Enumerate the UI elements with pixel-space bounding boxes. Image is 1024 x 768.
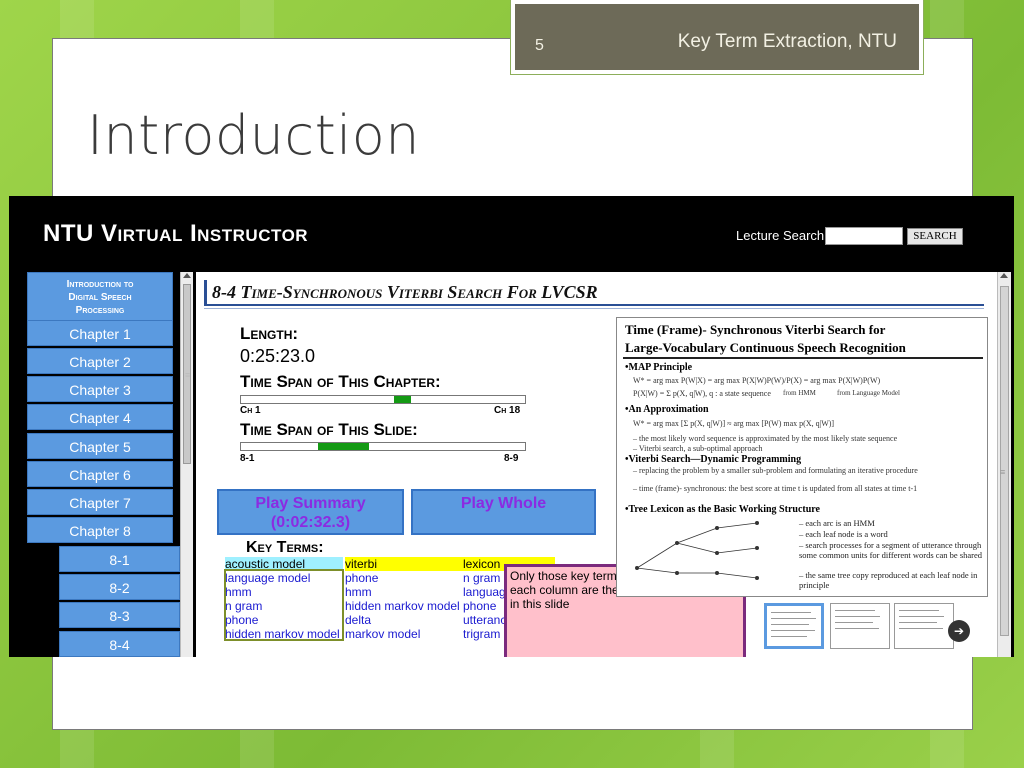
content-scroll-thumb[interactable]: [1000, 286, 1009, 636]
approx-bullet-2: – Viterbi search, a sub-optimal approach: [633, 444, 763, 453]
tree-bullet-4: – the same tree copy reproduced at each …: [799, 570, 978, 590]
tree-bullet-3: – search processes for a segment of utte…: [799, 540, 983, 560]
key-terms-column-2: viterbi phone hmm hidden markov model de…: [345, 557, 463, 641]
chapter-span-start: Ch 1: [240, 405, 261, 416]
chapter-span-label: Time Span of This Chapter:: [240, 372, 441, 391]
section-title-underline: [204, 308, 984, 309]
play-whole-button[interactable]: Play Whole: [411, 489, 596, 535]
virtual-instructor-screenshot: NTU Virtual Instructor Lecture Search: S…: [9, 196, 1014, 657]
viterbi-dp: •Viterbi Search—Dynamic Programming: [625, 454, 802, 465]
key-term[interactable]: phone: [345, 571, 463, 585]
dp-bullet-1: – replacing the problem by a smaller sub…: [633, 466, 918, 475]
lecture-content: 8-4 Time-Synchronous Viterbi Search For …: [196, 272, 997, 657]
tree-bullet-1: – each arc is an HMM: [799, 518, 875, 528]
slide-thumbnail[interactable]: [764, 603, 824, 649]
slide-span-label: Time Span of This Slide:: [240, 420, 418, 439]
scroll-grip-icon: ≡: [1000, 467, 1006, 477]
approx-bullet-1: – the most likely word sequence is appro…: [633, 434, 898, 443]
lecture-slide-preview[interactable]: Time (Frame)- Synchronous Viterbi Search…: [616, 317, 988, 597]
app-brand: NTU Virtual Instructor: [43, 220, 309, 247]
sidebar-item-chapter-1[interactable]: Chapter 1: [27, 320, 173, 346]
content-scrollbar[interactable]: ≡: [997, 272, 1011, 657]
lecture-slide-rule: [623, 357, 983, 359]
sidebar-item-chapter-3[interactable]: Chapter 3: [27, 376, 173, 402]
key-term[interactable]: delta: [345, 613, 463, 627]
lecture-slide-title: Time (Frame)- Synchronous Viterbi Search…: [625, 322, 906, 355]
formula-source-lm: from Language Model: [837, 389, 900, 397]
lecture-search-input[interactable]: [825, 227, 903, 245]
sidebar-item-chapter-5[interactable]: Chapter 5: [27, 433, 173, 459]
sidebar-item-chapter-4[interactable]: Chapter 4: [27, 404, 173, 430]
play-summary-button[interactable]: Play Summary (0:02:32.3): [217, 489, 404, 535]
tree-bullet-2: – each leaf node is a word: [799, 529, 888, 539]
formula-source-hmm: from HMM: [783, 389, 816, 397]
chapter-span-marker: [394, 396, 411, 403]
tree-lexicon-diagram: [635, 521, 759, 580]
chapter-span-end: Ch 18: [494, 405, 521, 416]
sidebar-item-introduction[interactable]: Introduction to Digital Speech Processin…: [27, 272, 173, 321]
sidebar-item-8-4[interactable]: 8-4: [59, 631, 180, 657]
key-terms-title: Key Terms:: [246, 539, 324, 556]
key-terms-selection-box: [224, 569, 344, 641]
sidebar-item-8-2[interactable]: 8-2: [59, 574, 180, 600]
slide-span-end: 8-9: [504, 453, 519, 464]
map-formula: W* = arg max P(W|X) = arg max P(X|W)P(W)…: [633, 376, 881, 385]
key-term[interactable]: hmm: [345, 585, 463, 599]
sidebar-item-chapter-8[interactable]: Chapter 8: [27, 517, 173, 543]
map-formula-2: P(X|W) = Σ p(X, q|W), q : a state sequen…: [633, 389, 771, 398]
map-principle: •MAP Principle: [625, 362, 693, 373]
sidebar-nav: Introduction to Digital Speech Processin…: [27, 272, 180, 657]
resize-grip-icon[interactable]: ≡: [185, 370, 190, 380]
slide-number: 5: [535, 37, 544, 54]
slide-header: 5 Key Term Extraction, NTU: [510, 0, 924, 75]
lecture-search-label: Lecture Search:: [736, 228, 828, 243]
slide-thumbnail[interactable]: [830, 603, 890, 649]
length-label: Length:: [240, 324, 299, 343]
slide-span-start: 8-1: [240, 453, 255, 464]
next-slide-icon[interactable]: ➔: [948, 620, 970, 642]
key-term[interactable]: markov model: [345, 627, 463, 641]
search-button[interactable]: SEARCH: [907, 228, 963, 245]
header-title: Key Term Extraction, NTU: [677, 31, 897, 52]
sidebar-item-chapter-7[interactable]: Chapter 7: [27, 489, 173, 515]
sidebar-item-8-3[interactable]: 8-3: [59, 602, 180, 628]
approximation: •An Approximation: [625, 404, 709, 415]
key-term[interactable]: viterbi: [345, 557, 463, 571]
approx-formula: W* = arg max [Σ p(X, q|W)] ≈ arg max [P(…: [633, 419, 835, 428]
dp-bullet-2: – time (frame)- synchronous: the best sc…: [633, 484, 918, 493]
chapter-span-track: [240, 395, 526, 404]
sidebar-item-chapter-6[interactable]: Chapter 6: [27, 461, 173, 487]
slide-span-track: [240, 442, 526, 451]
scroll-up-icon[interactable]: [183, 273, 191, 278]
scroll-up-icon[interactable]: [1000, 273, 1008, 278]
length-value: 0:25:23.0: [240, 346, 316, 366]
sidebar-scrollbar[interactable]: [180, 272, 193, 657]
slide-thumbnail[interactable]: [894, 603, 954, 649]
sidebar-item-chapter-2[interactable]: Chapter 2: [27, 348, 173, 374]
tree-lexicon: •Tree Lexicon as the Basic Working Struc…: [625, 504, 820, 515]
slide-title: Introduction: [87, 104, 421, 167]
key-term[interactable]: hidden markov model: [345, 599, 463, 613]
sidebar-item-8-1[interactable]: 8-1: [59, 546, 180, 572]
section-title: 8-4 Time-Synchronous Viterbi Search For …: [204, 280, 984, 306]
slide-span-marker: [318, 443, 369, 450]
